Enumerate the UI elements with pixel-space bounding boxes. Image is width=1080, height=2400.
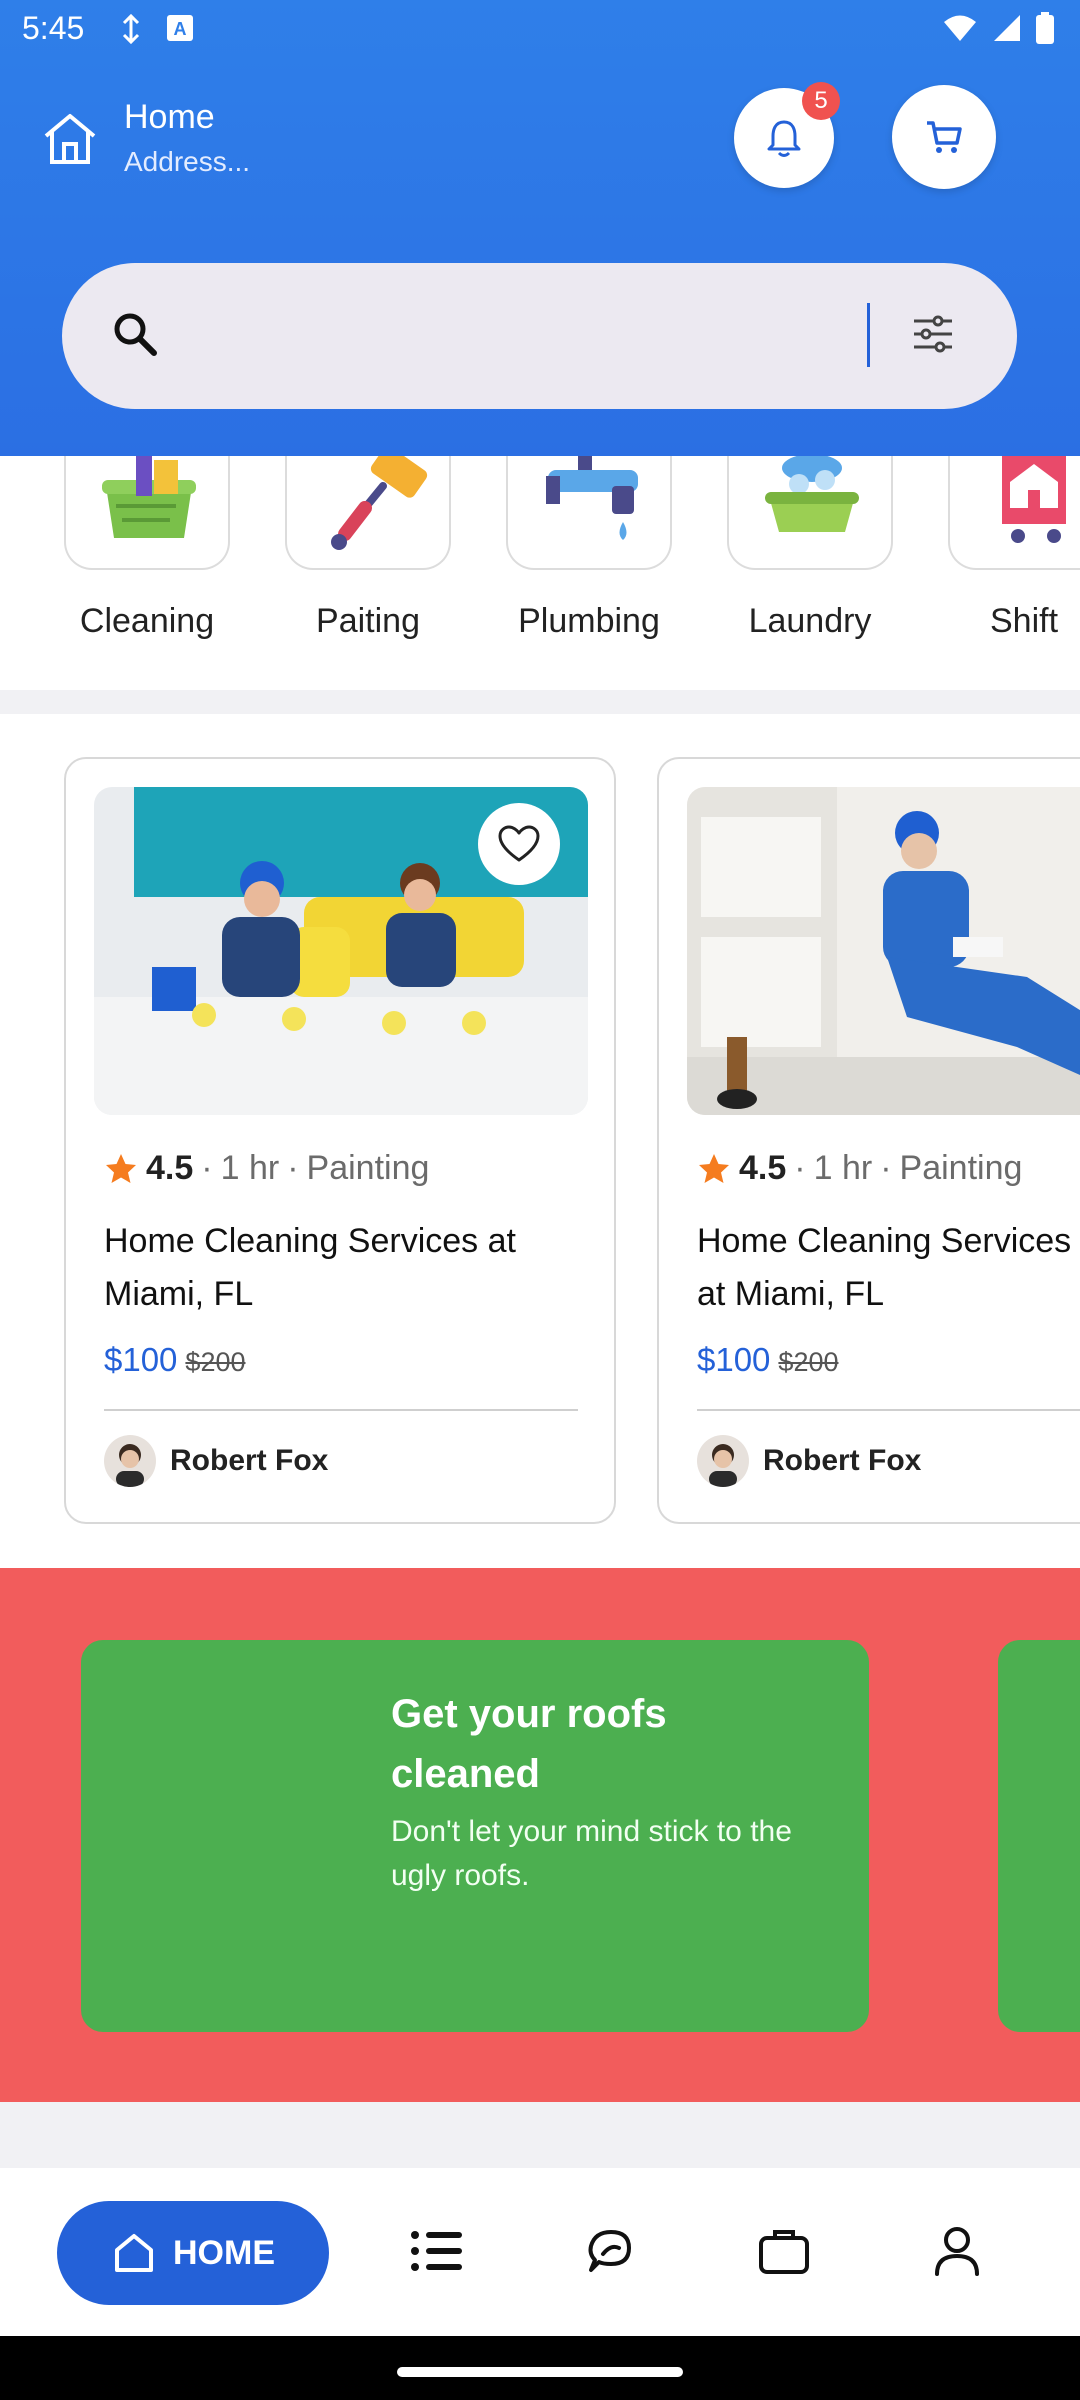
category-label: Laundry (748, 602, 872, 640)
rating-value: 4.5 (739, 1149, 787, 1187)
promo-card[interactable]: Get your roofs cleaned Don't let your mi… (81, 1640, 869, 2032)
price: $100 $200 (104, 1341, 246, 1379)
provider-name: Robert Fox (763, 1444, 922, 1477)
location-address[interactable]: Address... (124, 146, 250, 178)
promo-subtitle: Don't let your mind stick to the ugly ro… (391, 1815, 792, 1892)
bottom-navigation: HOME (0, 2168, 1080, 2336)
app-header: 5:45 A Home Address... 5 (0, 0, 1080, 456)
filter-icon[interactable] (910, 311, 956, 357)
service-image (687, 787, 1080, 1115)
nav-home-label: HOME (173, 2233, 275, 2272)
briefcase-icon[interactable] (757, 2226, 811, 2276)
current-price: $100 (104, 1341, 178, 1378)
location-title[interactable]: Home (124, 98, 215, 137)
provider: Robert Fox (697, 1435, 921, 1487)
current-price: $100 (697, 1341, 771, 1378)
cart-button[interactable] (892, 85, 996, 189)
provider-name: Robert Fox (170, 1444, 329, 1477)
data-saver-icon (122, 14, 140, 44)
star-icon (106, 1153, 136, 1183)
card-divider (104, 1409, 578, 1411)
star-icon (699, 1153, 729, 1183)
category-plumbing[interactable]: Plumbing (506, 456, 672, 641)
promo-card-next[interactable] (998, 1640, 1080, 2032)
bell-icon (767, 120, 801, 157)
paint-roller-icon (331, 456, 428, 550)
home-gesture-handle[interactable] (397, 2367, 683, 2377)
promo-section: Get your roofs cleaned Don't let your mi… (0, 1568, 1080, 2102)
promo-title: Get your roofs cleaned (391, 1692, 667, 1796)
search-cursor (867, 303, 870, 367)
category-list: Cleaning Paiting Plumbing Laundry Shift (0, 456, 1080, 691)
signal-icon (994, 15, 1020, 41)
laundry-tub-icon (765, 456, 859, 532)
service-card[interactable]: 4.5 · 1 hr · Painting Home Cleaning Serv… (657, 757, 1080, 1524)
price: $100 $200 (697, 1341, 839, 1379)
nav-home[interactable]: HOME (57, 2201, 329, 2305)
profile-icon[interactable] (931, 2224, 983, 2278)
service-meta: 4.5 · 1 hr · Painting (697, 1149, 1022, 1188)
home-location-icon (44, 114, 96, 164)
search-icon (114, 313, 157, 356)
duration: 1 hr (220, 1149, 280, 1187)
section-gap (0, 2102, 1080, 2168)
chat-icon[interactable] (583, 2224, 637, 2278)
old-price: $200 (778, 1347, 839, 1377)
service-category: Painting (306, 1149, 430, 1187)
category-label: Cleaning (79, 602, 215, 640)
service-meta: 4.5 · 1 hr · Painting (104, 1149, 429, 1188)
section-divider (0, 690, 1080, 714)
category-label: Paiting (316, 602, 420, 640)
app-notification-icon: A (167, 15, 193, 41)
search-bar[interactable] (62, 263, 1017, 409)
home-icon (115, 2234, 153, 2272)
category-laundry[interactable]: Laundry (727, 456, 893, 641)
battery-icon (1036, 12, 1054, 44)
provider: Robert Fox (104, 1435, 328, 1487)
rating-value: 4.5 (146, 1149, 194, 1187)
status-time: 5:45 (22, 10, 85, 46)
category-cleaning[interactable]: Cleaning (64, 456, 230, 641)
card-divider (697, 1409, 1080, 1411)
category-label: Plumbing (518, 602, 660, 640)
service-image (94, 787, 588, 1115)
category-painting[interactable]: Paiting (285, 456, 451, 641)
faucet-icon (546, 456, 638, 540)
duration: 1 hr (813, 1149, 873, 1187)
service-card[interactable]: 4.5 · 1 hr · Painting Home Cleaning Serv… (64, 757, 616, 1524)
cart-icon (927, 121, 962, 153)
service-title: Home Cleaning Services at Miami, FL (697, 1222, 1072, 1313)
category-shift[interactable]: Shift (948, 456, 1080, 641)
notifications-button[interactable]: 5 (734, 82, 840, 188)
service-title: Home Cleaning Services at Miami, FL (104, 1222, 516, 1313)
cleaning-basket-icon (102, 456, 196, 538)
wifi-icon (944, 15, 976, 41)
avatar (104, 1435, 156, 1487)
notification-badge: 5 (802, 82, 840, 120)
status-notification-icons: A (118, 14, 194, 44)
svg-text:A: A (174, 19, 187, 39)
status-system-icons (942, 12, 1054, 44)
list-icon[interactable] (410, 2228, 464, 2274)
old-price: $200 (185, 1347, 246, 1377)
heart-icon (498, 825, 540, 862)
favorite-button[interactable] (478, 803, 560, 885)
moving-house-icon (1002, 456, 1066, 543)
category-label: Shift (990, 602, 1059, 640)
avatar (697, 1435, 749, 1487)
service-category: Painting (899, 1149, 1023, 1187)
